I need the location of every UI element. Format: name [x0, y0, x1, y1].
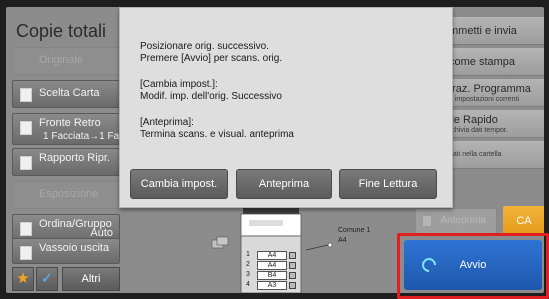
- output-indicator: [305, 239, 336, 251]
- dialog-message-line: [Cambia impost.]:: [140, 79, 218, 90]
- tray-row[interactable]: 4 A3: [245, 281, 297, 290]
- dialog-message-line: Termina scans. e visual. anteprima: [140, 129, 294, 140]
- duplex-icon: [20, 121, 32, 135]
- esposizione-button[interactable]: Esposizione: [12, 181, 120, 209]
- check-icon: ✓: [40, 270, 54, 287]
- tray-row[interactable]: 1 A4: [245, 251, 297, 260]
- output-tray-icon: [20, 246, 32, 260]
- altri-button[interactable]: Altri: [62, 267, 120, 291]
- ca-button[interactable]: CA: [503, 206, 544, 236]
- paper-type-label: Comune 1: [338, 227, 371, 234]
- tray-indicator: [289, 282, 296, 289]
- paper-size-label: A4: [338, 237, 347, 244]
- paper-icon: [20, 88, 32, 102]
- start-icon: [419, 255, 439, 275]
- tray-row[interactable]: 3 B4: [245, 271, 297, 280]
- favorite-button[interactable]: ★: [12, 267, 34, 291]
- preview-icon: [422, 215, 432, 227]
- tray-indicator: [289, 252, 296, 259]
- scan-next-dialog: Posizionare orig. successivo. Premere [A…: [119, 7, 453, 208]
- tray-indicator: [289, 272, 296, 279]
- dialog-message-line: [Anteprima]:: [140, 117, 194, 128]
- copier-illustration: 1 A4 2 A4 3 B4 4 A3: [235, 200, 305, 293]
- dialog-message-line: Premere [Avvio] per scans. orig.: [140, 53, 283, 64]
- originale-button[interactable]: Originale: [12, 47, 120, 75]
- confirm-button[interactable]: ✓: [36, 267, 58, 291]
- avvio-button[interactable]: Avvio: [404, 240, 542, 290]
- cambia-impost-button[interactable]: Cambia impost.: [130, 169, 228, 199]
- sort-icon: [20, 222, 32, 236]
- tray-indicator: [289, 262, 296, 269]
- vassoio-uscita-button[interactable]: Vassoio uscita: [12, 238, 120, 264]
- star-icon: ★: [16, 270, 30, 287]
- fronte-retro-button[interactable]: Fronte Retro 1 Facciata→1 Fa: [12, 113, 120, 145]
- paper-stack-icon: [211, 235, 231, 251]
- dialog-message-line: Modif. imp. dell'orig. Successivo: [140, 91, 282, 102]
- page-title: Copie totali: [16, 21, 107, 41]
- dialog-message-line: Posizionare orig. successivo.: [140, 41, 269, 52]
- anteprima-disabled-button[interactable]: Anteprima: [415, 208, 497, 234]
- tray-row[interactable]: 2 A4: [245, 261, 297, 270]
- anteprima-button[interactable]: Anteprima: [236, 169, 332, 199]
- zoom-icon: [20, 156, 32, 170]
- rapporto-ripr-button[interactable]: Rapporto Ripr.: [12, 148, 120, 176]
- scelta-carta-button[interactable]: Scelta Carta: [12, 80, 120, 108]
- fine-lettura-button[interactable]: Fine Lettura: [339, 169, 437, 199]
